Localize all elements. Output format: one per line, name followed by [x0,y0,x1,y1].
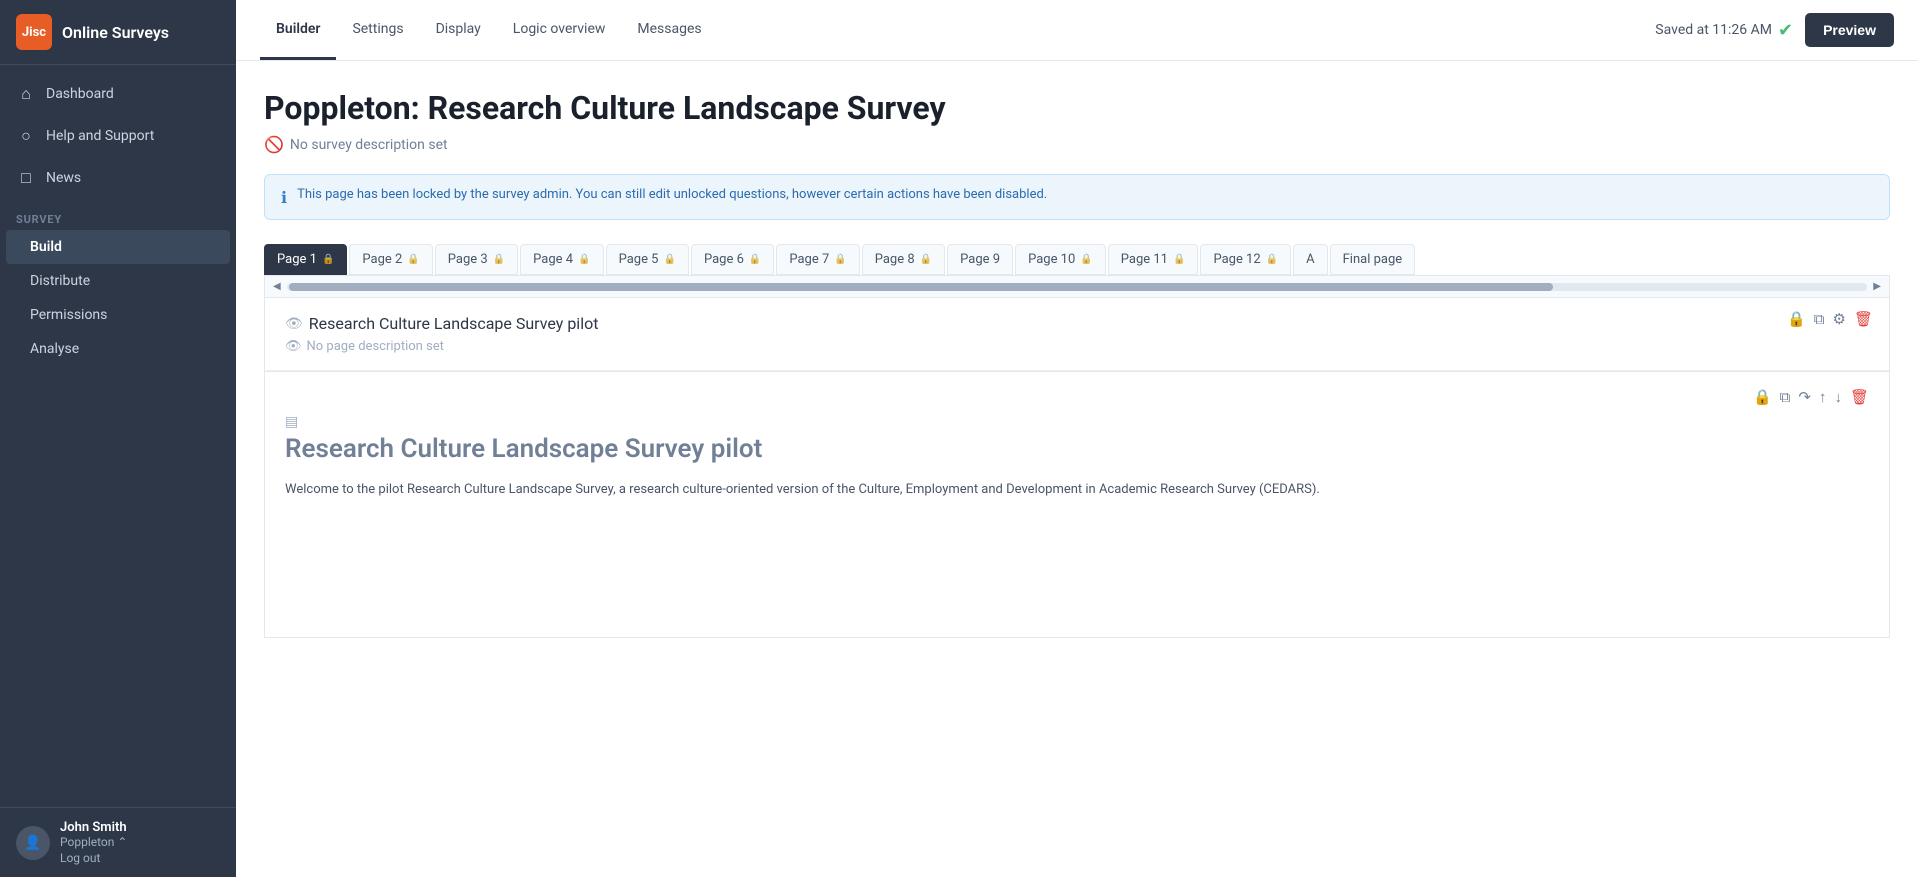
question-block: 🔒 ⧉ ↷ ↑ ↓ 🗑 ▤ Research Culture Landscape… [265,371,1889,517]
copy-action-icon[interactable]: ⧉ [1814,310,1825,328]
eye-off-icon: 👁 [285,316,303,332]
info-icon: ℹ [281,188,287,207]
preview-button[interactable]: Preview [1805,13,1894,47]
scroll-right-arrow[interactable]: ▶ [1871,279,1883,294]
page-tab-7[interactable]: Page 7 🔒 [776,244,859,275]
scroll-bar-container: ◀ ▶ [264,275,1890,298]
check-icon: ✔ [1778,20,1793,41]
lock-icon: 🔒 [578,254,590,265]
lock-action-icon[interactable]: 🔒 [1787,310,1806,328]
page-tab-2[interactable]: Page 2 🔒 [349,244,432,275]
scroll-thumb [289,283,1553,291]
sidebar-item-dashboard[interactable]: ⌂ Dashboard [0,73,236,115]
content-area: Poppleton: Research Culture Landscape Su… [236,61,1918,877]
lock-icon: 🔒 [749,254,761,265]
sidebar-item-distribute[interactable]: Distribute [0,264,236,298]
tab-builder[interactable]: Builder [260,0,336,60]
sidebar-nav: ⌂ Dashboard ○ Help and Support □ News SU… [0,65,236,807]
q-down-icon[interactable]: ↓ [1834,388,1842,406]
sidebar-item-analyse[interactable]: Analyse [0,332,236,366]
scroll-track[interactable] [287,283,1868,291]
sidebar-item-build[interactable]: Build [6,230,230,264]
q-lock-icon[interactable]: 🔒 [1753,388,1772,406]
tab-messages[interactable]: Messages [621,0,717,60]
tab-bar: Builder Settings Display Logic overview … [260,0,718,60]
sidebar-item-label: Dashboard [46,86,114,102]
page-tabs: Page 1 🔒 Page 2 🔒 Page 3 🔒 Page 4 🔒 Page… [264,244,1890,275]
builder-area: 🔒 ⧉ ⚙ 🗑 👁 Research Culture Landscape Sur… [264,298,1890,638]
tab-display[interactable]: Display [420,0,497,60]
logout-link[interactable]: Log out [60,851,220,865]
tab-settings[interactable]: Settings [336,0,419,60]
top-nav: Builder Settings Display Logic overview … [236,0,1918,61]
page-tab-1[interactable]: Page 1 🔒 [264,244,347,275]
no-desc-icon: 🚫 [264,135,284,154]
lock-icon: 🔒 [407,254,419,265]
sidebar-item-news[interactable]: □ News [0,157,236,199]
page-tabs-container: Page 1 🔒 Page 2 🔒 Page 3 🔒 Page 4 🔒 Page… [264,244,1890,275]
avatar: 👤 [16,826,50,860]
sidebar-item-help[interactable]: ○ Help and Support [0,115,236,157]
question-body: Welcome to the pilot Research Culture La… [285,480,1869,501]
home-icon: ⌂ [16,84,36,104]
page-tab-5[interactable]: Page 5 🔒 [606,244,689,275]
q-delete-icon[interactable]: 🗑 [1850,388,1869,406]
no-desc-icon2: 👁 [285,339,302,354]
lock-icon: 🔒 [322,254,334,265]
page-tab-6[interactable]: Page 6 🔒 [691,244,774,275]
sidebar-logo: Jisc Online Surveys [0,0,236,65]
sidebar-item-label: News [46,170,81,186]
page-name: 👁 Research Culture Landscape Survey pilo… [285,314,1869,333]
sidebar-item-label: Help and Support [46,128,154,144]
settings-action-icon[interactable]: ⚙ [1833,310,1846,328]
jisc-logo: Jisc [16,14,52,50]
page-no-description: 👁 No page description set [285,339,1869,354]
page-tab-12[interactable]: Page 12 🔒 [1200,244,1291,275]
page-header: 🔒 ⧉ ⚙ 🗑 👁 Research Culture Landscape Sur… [265,298,1889,371]
user-info: 👤 John Smith Poppleton ⌃ Log out [16,820,220,865]
saved-status: Saved at 11:26 AM ✔ [1655,20,1793,41]
chevron-icon: ⌃ [117,835,127,849]
help-icon: ○ [16,126,36,146]
survey-title: Poppleton: Research Culture Landscape Su… [264,89,1890,127]
main-content: Builder Settings Display Logic overview … [236,0,1918,877]
page-header-actions: 🔒 ⧉ ⚙ 🗑 [1787,310,1873,328]
lock-icon: 🔒 [493,254,505,265]
sidebar-footer: 👤 John Smith Poppleton ⌃ Log out [0,807,236,877]
page-tab-a[interactable]: A [1293,244,1327,275]
survey-section-label: SURVEY [0,199,236,230]
page-tab-3[interactable]: Page 3 🔒 [435,244,518,275]
delete-action-icon[interactable]: 🗑 [1854,310,1873,328]
page-tab-11[interactable]: Page 11 🔒 [1108,244,1199,275]
page-tab-8[interactable]: Page 8 🔒 [862,244,945,275]
sidebar-item-permissions[interactable]: Permissions [0,298,236,332]
lock-icon: 🔒 [834,254,846,265]
news-icon: □ [16,168,36,188]
page-tab-9[interactable]: Page 9 [947,244,1013,275]
top-right: Saved at 11:26 AM ✔ Preview [1655,13,1894,47]
lock-icon: 🔒 [1173,254,1185,265]
question-block-actions: 🔒 ⧉ ↷ ↑ ↓ 🗑 [285,388,1869,406]
tab-logic-overview[interactable]: Logic overview [497,0,622,60]
info-banner: ℹ This page has been locked by the surve… [264,174,1890,220]
q-redo-icon[interactable]: ↷ [1798,388,1811,406]
q-up-icon[interactable]: ↑ [1819,388,1827,406]
app-title: Online Surveys [62,23,169,42]
page-tab-4[interactable]: Page 4 🔒 [520,244,603,275]
lock-icon: 🔒 [1266,254,1278,265]
page-tab-10[interactable]: Page 10 🔒 [1015,244,1106,275]
sidebar: Jisc Online Surveys ⌂ Dashboard ○ Help a… [0,0,236,877]
question-title: Research Culture Landscape Survey pilot [285,434,1869,464]
lock-icon: 🔒 [1080,254,1092,265]
user-name: John Smith [60,820,220,835]
user-details: John Smith Poppleton ⌃ Log out [60,820,220,865]
q-copy-icon[interactable]: ⧉ [1780,388,1791,406]
lock-icon: 🔒 [920,254,932,265]
page-tab-final[interactable]: Final page [1330,244,1416,275]
lock-icon: 🔒 [664,254,676,265]
user-org: Poppleton ⌃ [60,835,220,849]
question-type-icon: ▤ [285,414,1869,430]
survey-description: 🚫 No survey description set [264,135,1890,154]
scroll-left-arrow[interactable]: ◀ [271,279,283,294]
